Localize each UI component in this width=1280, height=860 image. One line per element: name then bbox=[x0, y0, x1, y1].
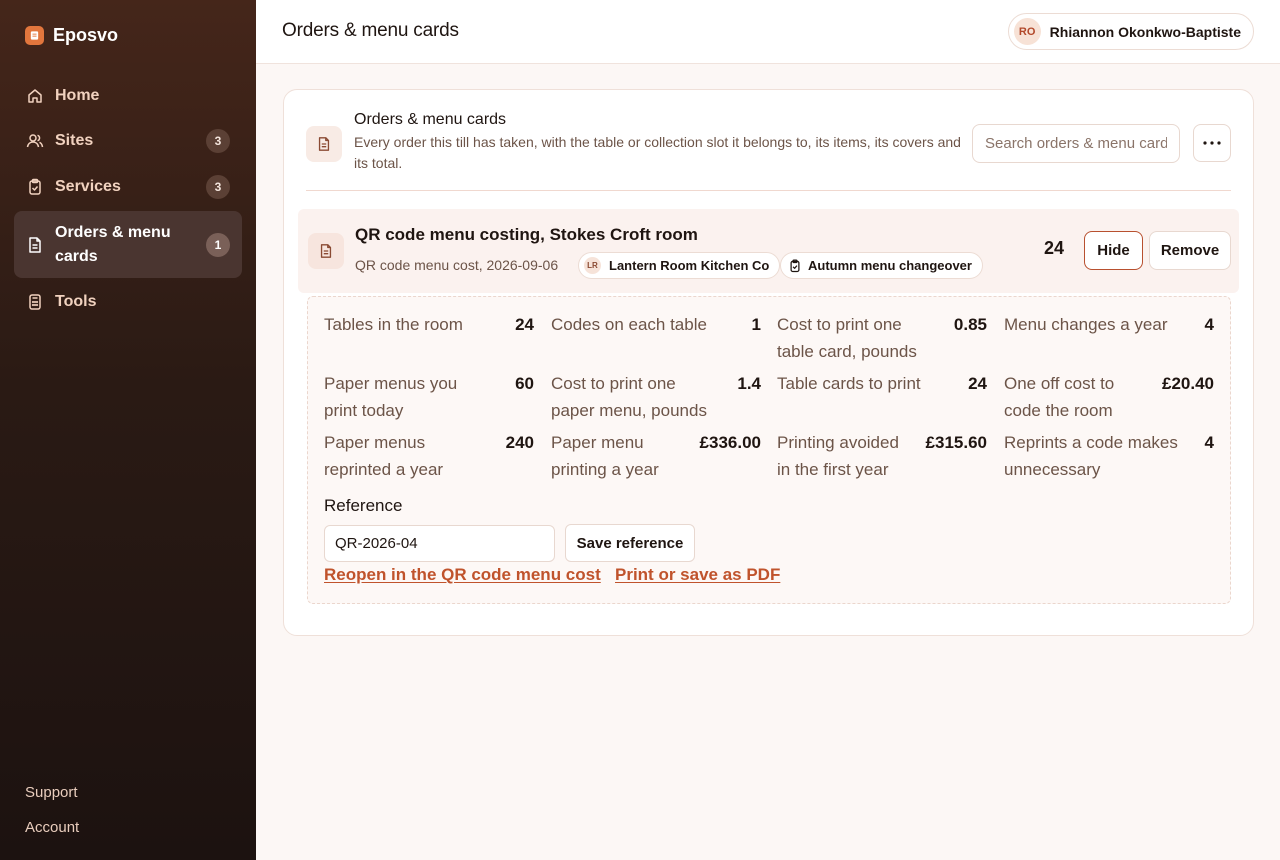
divider bbox=[306, 190, 1231, 191]
metric: Cost to print one table card, pounds 0.8… bbox=[777, 311, 987, 365]
count-badge: 3 bbox=[206, 129, 230, 153]
metric-value: 24 bbox=[968, 374, 987, 393]
print-pdf-link[interactable]: Print or save as PDF bbox=[615, 565, 780, 585]
metric-label: Reprints a code makes unnecessary bbox=[1004, 433, 1178, 479]
metric-value: £336.00 bbox=[699, 433, 761, 452]
brand-logo-icon bbox=[25, 26, 44, 45]
save-reference-button[interactable]: Save reference bbox=[565, 524, 695, 562]
metric-label: Tables in the room bbox=[324, 315, 463, 334]
sidebar-item-home[interactable]: Home bbox=[14, 84, 242, 108]
site-chip[interactable]: LR Lantern Room Kitchen Co bbox=[578, 252, 781, 279]
support-link[interactable]: Support bbox=[25, 784, 78, 801]
hide-button[interactable]: Hide bbox=[1084, 231, 1143, 270]
sidebar-item-orders[interactable]: Orders & menu cards 1 bbox=[14, 211, 242, 278]
metric-value: £315.60 bbox=[925, 433, 987, 452]
sidebar-item-label: Services bbox=[55, 178, 121, 195]
metric: Paper menu printing a year £336.00 bbox=[551, 429, 761, 483]
metric: Paper menus reprinted a year 240 bbox=[324, 429, 534, 483]
metric: Cost to print one paper menu, pounds 1.4 bbox=[551, 370, 761, 424]
entry-details: Tables in the room 24 Codes on each tabl… bbox=[307, 296, 1231, 604]
metric-value: 240 bbox=[505, 433, 534, 452]
document-icon bbox=[308, 233, 344, 269]
metric-value: £20.40 bbox=[1162, 374, 1214, 393]
metric-value: 24 bbox=[515, 315, 534, 334]
service-chip-label: Autumn menu changeover bbox=[808, 258, 972, 273]
clipboard-icon bbox=[29, 178, 41, 195]
sidebar-item-sites[interactable]: Sites 3 bbox=[14, 129, 242, 153]
sidebar-item-label: Sites bbox=[55, 132, 94, 149]
orders-card: Orders & menu cards Every order this til… bbox=[283, 89, 1254, 636]
metric-label: Paper menus reprinted a year bbox=[324, 433, 444, 479]
metric: Reprints a code makes unnecessary 4 bbox=[1004, 429, 1214, 483]
metric: Menu changes a year 4 bbox=[1004, 311, 1214, 338]
entry-title: QR code menu costing, Stokes Croft room bbox=[355, 225, 698, 244]
sidebar-item-label: Home bbox=[55, 87, 100, 104]
metric: Tables in the room 24 bbox=[324, 311, 534, 338]
page-title: Orders & menu cards bbox=[282, 20, 459, 41]
site-avatar: LR bbox=[584, 257, 601, 274]
sidebar: Eposvo Home Sites 3 Services 3 Orders & … bbox=[0, 0, 256, 860]
sidebar-item-label: Orders & menu cards bbox=[55, 223, 171, 265]
reference-label: Reference bbox=[324, 496, 403, 515]
document-icon bbox=[29, 236, 41, 253]
count-badge: 1 bbox=[206, 232, 230, 257]
clipboard-icon bbox=[790, 259, 800, 272]
order-entry[interactable]: QR code menu costing, Stokes Croft room … bbox=[298, 209, 1239, 293]
card-title: Orders & menu cards bbox=[354, 111, 507, 128]
metric-value: 1.4 bbox=[737, 374, 761, 393]
sidebar-item-label: Tools bbox=[55, 293, 97, 310]
metric-label: One off cost to code the room bbox=[1004, 374, 1115, 420]
metric-label: Cost to print one paper menu, pounds bbox=[551, 374, 707, 420]
metric-label: Paper menu printing a year bbox=[551, 433, 659, 479]
entry-count: 24 bbox=[1044, 238, 1065, 258]
search-input[interactable] bbox=[972, 124, 1180, 163]
entry-subtitle: QR code menu cost, 2026-09-06 bbox=[355, 257, 559, 273]
service-chip[interactable]: Autumn menu changeover bbox=[780, 252, 983, 279]
sidebar-item-services[interactable]: Services 3 bbox=[14, 175, 242, 199]
metric-label: Menu changes a year bbox=[1004, 315, 1168, 334]
brand-name: Eposvo bbox=[53, 25, 119, 45]
user-name: Rhiannon Okonkwo-Baptiste bbox=[1049, 23, 1241, 40]
more-options-button[interactable] bbox=[1193, 124, 1231, 162]
metric-value: 60 bbox=[515, 374, 534, 393]
remove-button[interactable]: Remove bbox=[1149, 231, 1231, 270]
reference-input[interactable] bbox=[324, 525, 555, 562]
more-horizontal-icon bbox=[1203, 141, 1221, 145]
metric-value: 1 bbox=[751, 315, 761, 334]
metric-label: Codes on each table bbox=[551, 315, 707, 334]
brand[interactable]: Eposvo bbox=[25, 25, 118, 46]
avatar: RO bbox=[1013, 18, 1041, 45]
document-icon bbox=[306, 126, 342, 162]
metric-value: 0.85 bbox=[953, 315, 987, 334]
user-menu[interactable]: RO Rhiannon Okonkwo-Baptiste bbox=[1007, 13, 1254, 50]
metric: Printing avoided in the first year £315.… bbox=[777, 429, 987, 483]
users-icon bbox=[26, 134, 44, 148]
metric-label: Table cards to print bbox=[777, 374, 921, 393]
metric-value: 4 bbox=[1204, 433, 1214, 452]
metric: Codes on each table 1 bbox=[551, 311, 761, 338]
metric-label: Paper menus you print today bbox=[324, 374, 458, 420]
topbar: Orders & menu cards RO Rhiannon Okonkwo-… bbox=[256, 0, 1280, 64]
metric-label: Printing avoided in the first year bbox=[777, 433, 899, 479]
metric-value: 4 bbox=[1204, 315, 1214, 334]
metric: One off cost to code the room £20.40 bbox=[1004, 370, 1214, 424]
metric-label: Cost to print one table card, pounds bbox=[777, 315, 917, 361]
metric: Table cards to print 24 bbox=[777, 370, 987, 397]
home-icon bbox=[28, 89, 42, 103]
reopen-link[interactable]: Reopen in the QR code menu cost bbox=[324, 565, 601, 585]
sidebar-item-tools[interactable]: Tools bbox=[14, 290, 242, 314]
site-chip-label: Lantern Room Kitchen Co bbox=[609, 258, 770, 273]
calculator-icon bbox=[29, 294, 41, 310]
account-link[interactable]: Account bbox=[25, 819, 79, 836]
card-description: Every order this till has taken, with th… bbox=[354, 134, 961, 171]
metric: Paper menus you print today 60 bbox=[324, 370, 534, 424]
count-badge: 3 bbox=[206, 175, 230, 199]
